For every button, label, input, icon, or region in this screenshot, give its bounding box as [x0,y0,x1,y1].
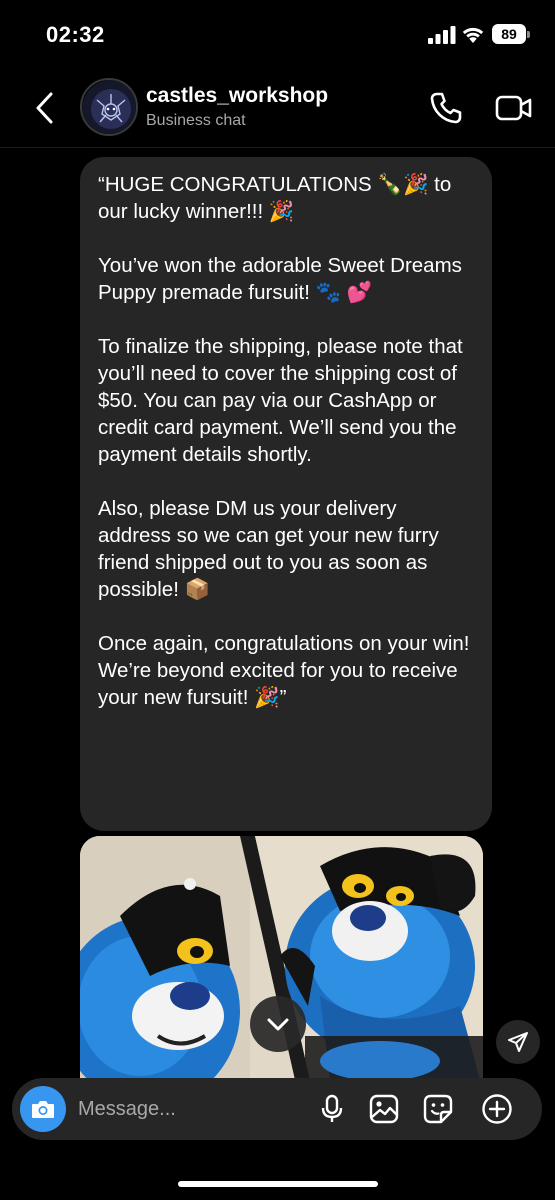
message-paragraph: Once again, congratulations on your win!… [98,632,470,709]
video-icon[interactable] [494,92,534,124]
message-paragraph: “HUGE CONGRATULATIONS 🍾🎉 to our lucky wi… [98,173,452,223]
camera-icon [32,1101,54,1118]
sticker-button[interactable] [422,1093,454,1125]
wifi-icon [462,27,484,43]
camera-button[interactable] [20,1086,66,1132]
add-button[interactable] [481,1093,513,1125]
share-button[interactable] [496,1020,540,1064]
message-paragraph: To finalize the shipping, please note th… [98,335,463,466]
phone-icon[interactable] [428,90,464,126]
message-input[interactable] [78,1094,298,1124]
message-bubble[interactable]: “HUGE CONGRATULATIONS 🍾🎉 to our lucky wi… [80,157,492,831]
chat-header: castles_workshop Business chat [0,70,555,148]
status-bar: 02:32 89 [0,0,555,70]
scroll-down-button[interactable] [250,996,306,1052]
chat-subtitle: Business chat [146,112,246,129]
chat-screen: 02:32 89 castles_workshop Business chat … [0,0,555,1200]
chat-name[interactable]: castles_workshop [146,84,328,108]
battery-tip [527,31,530,38]
microphone-icon [321,1094,343,1122]
gallery-icon [369,1094,399,1124]
send-icon [508,1032,528,1052]
add-icon [482,1094,512,1124]
gallery-button[interactable] [368,1093,400,1125]
battery-level: 89 [501,26,517,42]
home-indicator[interactable] [178,1181,378,1187]
chevron-down-icon [267,1018,289,1031]
message-composer [12,1078,542,1140]
sticker-icon [423,1094,453,1124]
message-paragraph: Also, please DM us your delivery address… [98,497,439,601]
signal-icon [428,26,456,44]
message-paragraph: You’ve won the adorable Sweet Dreams Pup… [98,254,462,304]
back-icon[interactable] [28,88,62,128]
status-time: 02:32 [46,22,105,47]
microphone-button[interactable] [316,1093,348,1125]
battery-icon: 89 [492,24,526,44]
avatar[interactable] [80,78,138,136]
